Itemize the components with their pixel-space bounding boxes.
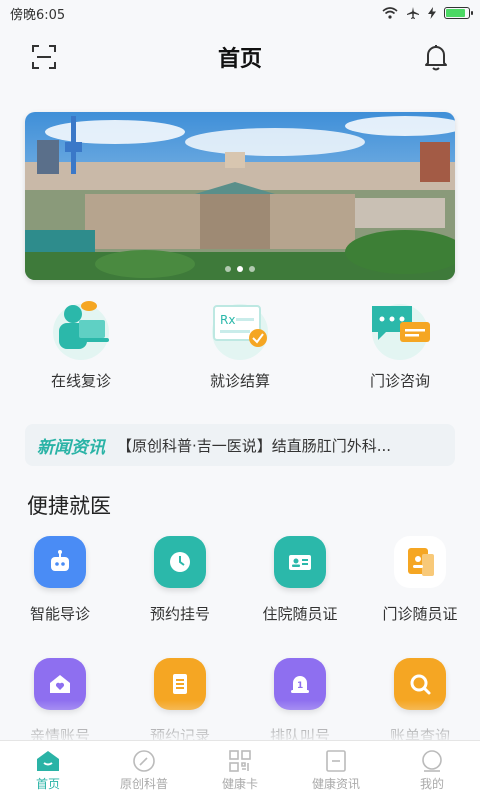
notification-button[interactable]	[420, 41, 452, 73]
hospital-banner[interactable]	[25, 112, 455, 280]
news-icon	[326, 750, 346, 772]
tab-home[interactable]: 首页	[0, 741, 96, 800]
bell-icon	[424, 45, 447, 71]
home-heart-icon	[34, 658, 86, 710]
section-title: 便捷就医	[27, 494, 111, 518]
service-label: 在线复诊	[50, 372, 111, 390]
tab-label: 我的	[419, 777, 444, 791]
quick-item-family-account[interactable]: 亲情账号	[0, 658, 120, 746]
service-settlement[interactable]: Rx 就诊结算	[170, 292, 310, 391]
page-title: 首页	[217, 47, 262, 72]
tab-label: 健康资讯	[311, 777, 360, 791]
service-consultation[interactable]: 门诊咨询	[330, 292, 470, 391]
quick-item-inpatient-pass[interactable]: 住院随员证	[240, 536, 360, 624]
bottom-tab-bar: 首页 原创科普 健康卡 健康资讯 我的	[0, 740, 480, 800]
service-online-revisit[interactable]: 在线复诊	[11, 292, 151, 391]
hospital-banner-image	[25, 112, 455, 280]
scan-icon	[32, 45, 56, 69]
news-ticker[interactable]: 新闻资讯 【原创科普·吉一医说】结直肠肛门外科...	[25, 424, 455, 466]
user-icon	[422, 750, 442, 772]
banner-dot[interactable]	[225, 266, 231, 272]
prescription-check-icon: Rx	[212, 304, 268, 360]
quick-item-appointment[interactable]: 预约挂号	[120, 536, 240, 624]
status-icons	[382, 6, 473, 20]
wifi-icon	[382, 7, 398, 19]
battery-icon	[444, 7, 473, 19]
quick-item-booking-record[interactable]: 预约记录	[120, 658, 240, 746]
robot-icon	[34, 536, 86, 588]
tab-label: 原创科普	[119, 777, 168, 791]
quick-item-bill-query[interactable]: 账单查询	[360, 658, 480, 746]
id-card-icon	[274, 536, 326, 588]
quick-item-label: 预约挂号	[149, 605, 210, 623]
quick-item-queue[interactable]: 1 排队叫号	[240, 658, 360, 746]
news-tag: 新闻资讯	[37, 437, 105, 458]
chat-bubble-icon	[372, 304, 430, 360]
banner-dot[interactable]	[237, 266, 243, 272]
quick-item-label: 住院随员证	[262, 605, 338, 623]
search-icon	[394, 658, 446, 710]
news-headline[interactable]: 【原创科普·吉一医说】结直肠肛门外科...	[117, 435, 391, 456]
banner-pagination	[25, 266, 455, 272]
quick-item-smart-guide[interactable]: 智能导诊	[0, 536, 120, 624]
banner-dot[interactable]	[249, 266, 255, 272]
doctor-laptop-icon	[53, 301, 109, 360]
document-icon	[154, 658, 206, 710]
service-label: 门诊咨询	[369, 372, 430, 390]
status-bar: 傍晚6:05	[0, 0, 480, 26]
scan-button[interactable]	[28, 41, 60, 73]
tab-health-card[interactable]: 健康卡	[192, 741, 288, 800]
tab-label: 健康卡	[221, 777, 258, 791]
tab-health-news[interactable]: 健康资讯	[288, 741, 384, 800]
svg-text:1: 1	[297, 681, 303, 691]
service-label: 就诊结算	[209, 372, 270, 390]
tab-profile[interactable]: 我的	[384, 741, 480, 800]
charging-icon	[428, 7, 436, 19]
quick-item-outpatient-pass[interactable]: 门诊随员证	[360, 536, 480, 624]
tab-science[interactable]: 原创科普	[96, 741, 192, 800]
tab-label: 首页	[35, 777, 60, 791]
qr-code-icon	[229, 750, 251, 772]
airplane-icon	[407, 7, 419, 19]
svg-text:Rx: Rx	[220, 313, 235, 327]
main-services: 在线复诊 Rx 就诊结算 门诊咨询	[0, 292, 480, 402]
badge-icon	[394, 536, 446, 588]
queue-bell-icon: 1	[274, 658, 326, 710]
home-icon	[37, 751, 59, 771]
quick-item-label: 门诊随员证	[382, 605, 458, 623]
battery-level	[446, 9, 465, 17]
header: 首页	[0, 26, 480, 88]
quick-item-label: 智能导诊	[29, 605, 90, 623]
status-time: 傍晚6:05	[10, 7, 66, 23]
clock-icon	[154, 536, 206, 588]
compass-icon	[133, 750, 155, 772]
quick-access-grid: 智能导诊 预约挂号 住院随员证 门诊随员证 亲情账号 预约记录 1 排队叫号 账…	[0, 536, 480, 745]
